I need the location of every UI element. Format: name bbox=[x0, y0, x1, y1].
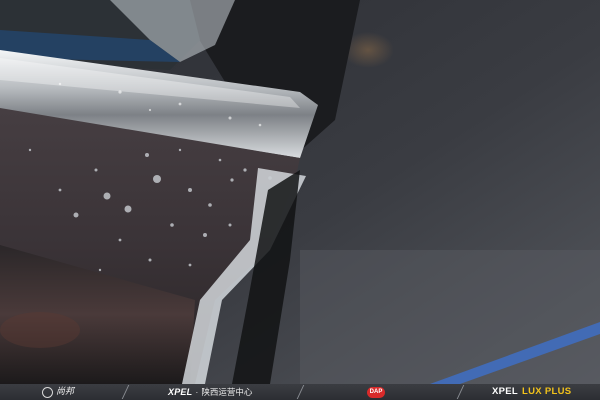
shangbang-logo: 尚邦 bbox=[42, 384, 74, 400]
watermark-footer: 尚邦 XPEL · 陕西运营中心 DAP XPEL LUX PLUS bbox=[0, 384, 600, 400]
xpel-brand-text: XPEL bbox=[168, 387, 193, 397]
xpel-center-separator: · bbox=[195, 387, 199, 397]
footer-divider bbox=[121, 385, 130, 399]
footer-divider bbox=[296, 385, 305, 399]
xpel-lux-brand-text: XPEL bbox=[492, 386, 519, 397]
lux-plus-text: LUX PLUS bbox=[522, 386, 572, 397]
shangbang-logo-text: 尚邦 bbox=[56, 387, 75, 397]
car-photo bbox=[0, 0, 600, 384]
dap-logo-badge: DAP bbox=[367, 386, 385, 398]
xpel-lux-plus-logo: XPEL LUX PLUS bbox=[492, 384, 571, 400]
shangbang-logo-icon bbox=[42, 386, 53, 398]
xpel-center-logo: XPEL · 陕西运营中心 bbox=[168, 384, 252, 400]
footer-divider bbox=[456, 385, 465, 399]
dap-logo: DAP bbox=[367, 384, 385, 400]
car-detail-image bbox=[0, 0, 600, 384]
xpel-center-text: 陕西运营中心 bbox=[201, 387, 253, 397]
